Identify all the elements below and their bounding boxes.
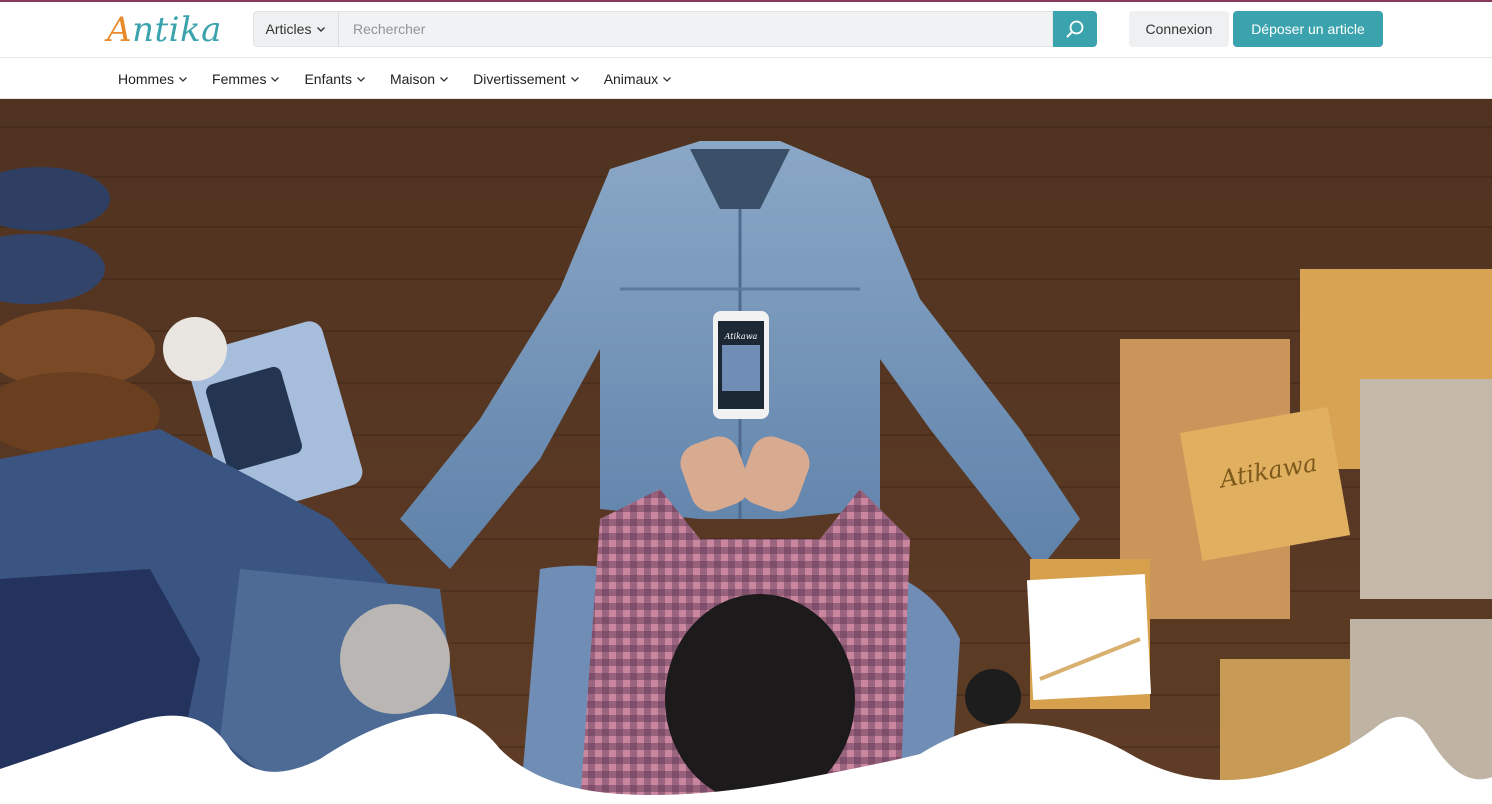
category-nav-list: Hommes Femmes Enfants Maison Divertissem… xyxy=(118,58,672,99)
nav-item-label: Maison xyxy=(389,70,436,87)
login-button[interactable]: Connexion xyxy=(1129,11,1229,47)
chevron-down-icon xyxy=(317,27,326,32)
smartphone: Atikawa xyxy=(713,311,769,419)
search-category-label: Articles xyxy=(265,21,312,37)
nav-item-label: Animaux xyxy=(603,70,659,87)
magnifier-icon xyxy=(1066,20,1084,38)
chevron-down-icon xyxy=(440,76,449,82)
search-input[interactable] xyxy=(338,11,1053,47)
search-bar: Articles xyxy=(253,11,1097,47)
nav-item-divertissement[interactable]: Divertissement xyxy=(473,71,580,87)
hero-banner: Atikawa Atikawa xyxy=(0,99,1492,804)
chevron-down-icon xyxy=(570,76,579,82)
chevron-down-icon xyxy=(179,76,187,82)
nav-item-label: Hommes xyxy=(118,70,175,87)
site-header: Antika Articles Connexion Déposer un art… xyxy=(0,2,1492,58)
logo-word: ntika xyxy=(132,10,222,50)
nav-item-label: Divertissement xyxy=(473,70,566,87)
chevron-down-icon xyxy=(271,76,280,82)
nav-item-label: Femmes xyxy=(212,70,267,87)
phone-screen-label: Atikawa xyxy=(724,332,758,341)
logo[interactable]: Antika xyxy=(107,8,222,52)
nav-item-label: Enfants xyxy=(304,70,352,87)
nav-item-hommes[interactable]: Hommes xyxy=(118,71,188,87)
category-nav: Hommes Femmes Enfants Maison Divertissem… xyxy=(0,58,1492,99)
nav-item-femmes[interactable]: Femmes xyxy=(212,71,280,87)
logo-text: Antika xyxy=(107,10,222,50)
search-button[interactable] xyxy=(1053,11,1097,47)
nav-item-animaux[interactable]: Animaux xyxy=(604,71,672,87)
hero-image: Atikawa Atikawa xyxy=(0,99,1492,804)
search-category-select[interactable]: Articles xyxy=(253,11,338,47)
logo-letter: A xyxy=(107,10,133,50)
post-item-button[interactable]: Déposer un article xyxy=(1233,11,1383,47)
chevron-down-icon xyxy=(356,76,365,82)
nav-item-enfants[interactable]: Enfants xyxy=(304,71,365,87)
chevron-down-icon xyxy=(663,76,672,82)
nav-item-maison[interactable]: Maison xyxy=(390,71,449,87)
